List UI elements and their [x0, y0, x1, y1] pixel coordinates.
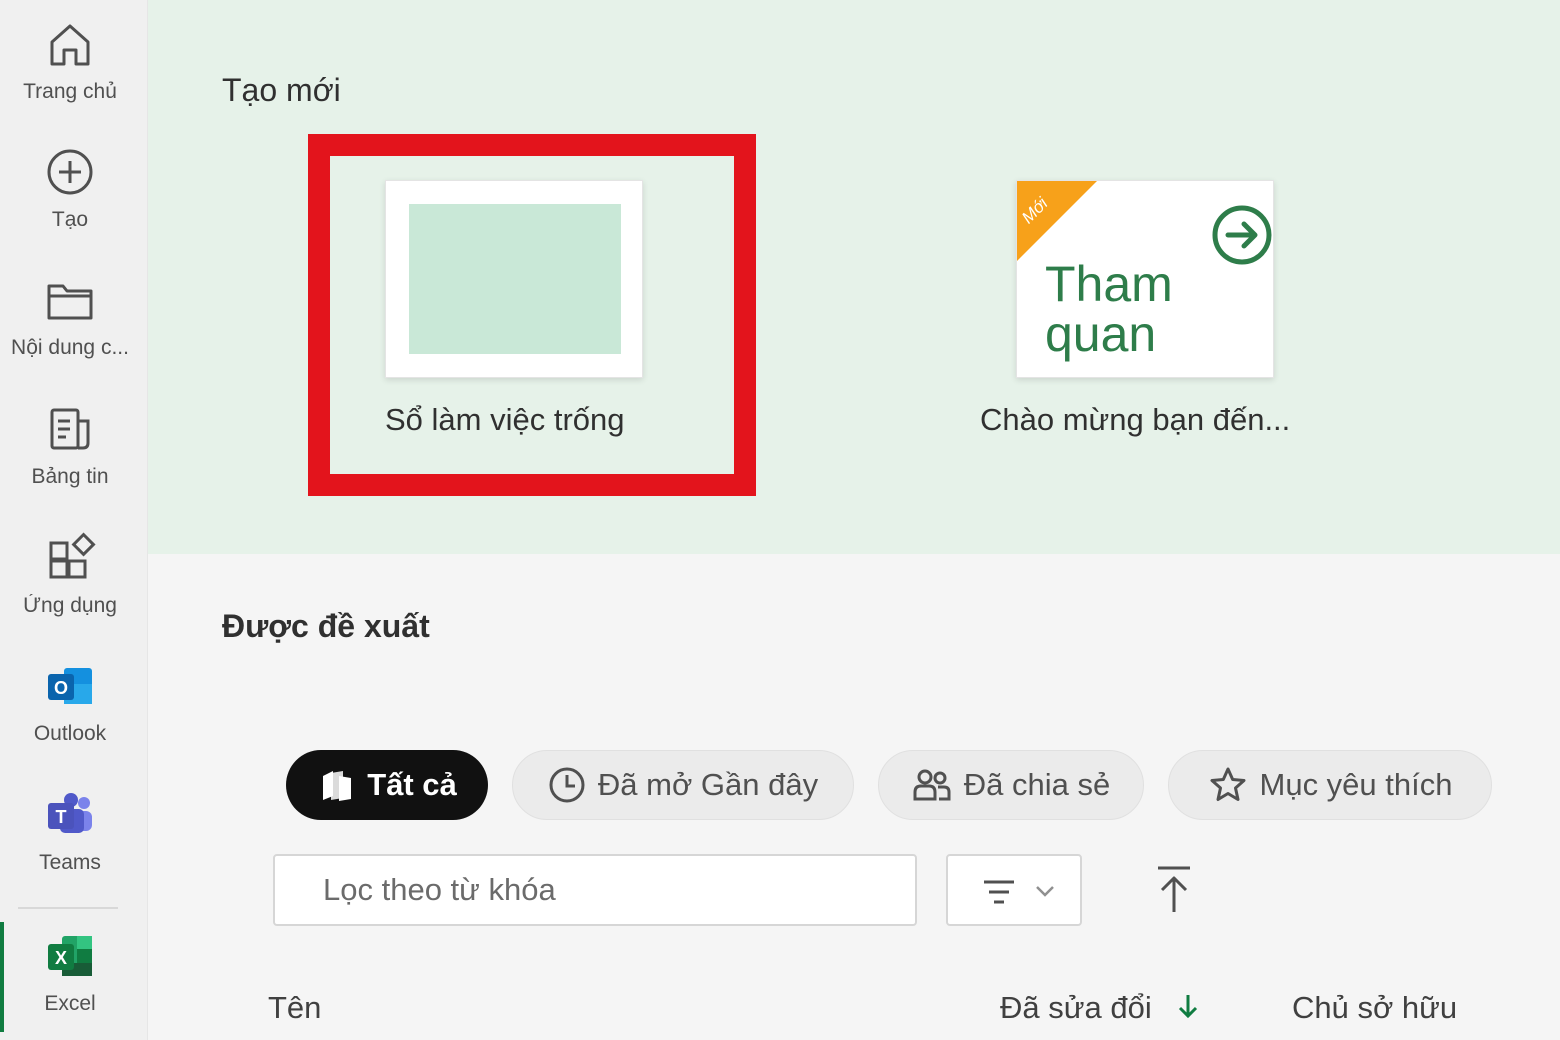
- filter-label: Đã mở Gần đây: [597, 767, 819, 802]
- app-sidebar: Trang chủ Tạo Nội dung c... Bảng tin Ứng…: [0, 0, 148, 1040]
- home-icon: [50, 24, 90, 66]
- tour-thumbnail-text: Tham quan: [1045, 256, 1173, 362]
- welcome-tour-thumbnail: Mới Tham quan: [1016, 180, 1274, 378]
- filter-label: Đã chia sẻ: [963, 767, 1111, 802]
- suggested-title: Được đề xuất: [222, 608, 430, 644]
- filter-favorites-tab[interactable]: Mục yêu thích: [1168, 750, 1492, 820]
- sidebar-item-label: Trang chủ: [23, 80, 117, 103]
- svg-text:T: T: [56, 807, 67, 827]
- sidebar-item-label: Bảng tin: [31, 465, 109, 488]
- sidebar-item-label: Tạo: [51, 208, 89, 231]
- welcome-tour-template[interactable]: Mới Tham quan Chào mừng bạn đến...: [980, 180, 1320, 460]
- sidebar-item-create[interactable]: Tạo: [0, 128, 140, 238]
- teams-icon: T: [48, 793, 92, 833]
- all-files-icon: [323, 771, 352, 801]
- sidebar-divider: [18, 907, 118, 909]
- sidebar-item-label: Outlook: [33, 722, 107, 745]
- blank-workbook-thumbnail: [385, 180, 643, 378]
- filter-all-tab[interactable]: Tất cả: [286, 750, 488, 820]
- sidebar-item-my-content[interactable]: Nội dung c...: [0, 256, 140, 366]
- upload-icon[interactable]: [1152, 864, 1196, 916]
- sidebar-item-feed[interactable]: Bảng tin: [0, 385, 140, 495]
- sidebar-item-label: Excel: [44, 992, 96, 1015]
- blank-workbook-template[interactable]: Sổ làm việc trống: [330, 160, 700, 460]
- filter-shared-tab[interactable]: Đã chia sẻ: [878, 750, 1144, 820]
- apps-icon: [49, 532, 96, 579]
- people-icon: [913, 769, 951, 801]
- svg-text:O: O: [54, 678, 68, 698]
- arrow-right-circle-icon: [1212, 205, 1272, 265]
- sort-descending-arrow-icon: [1179, 995, 1198, 1019]
- filter-recent-tab[interactable]: Đã mở Gần đây: [512, 750, 854, 820]
- create-new-title: Tạo mới: [222, 72, 341, 108]
- filter-options-dropdown[interactable]: [946, 854, 1082, 926]
- star-icon: [1210, 767, 1245, 801]
- sidebar-item-label: Nội dung c...: [11, 336, 129, 359]
- outlook-icon: O: [48, 668, 92, 704]
- clock-icon: [549, 767, 585, 803]
- sidebar-item-apps[interactable]: Ứng dụng: [0, 514, 140, 624]
- sidebar-item-outlook[interactable]: O Outlook: [0, 642, 140, 752]
- news-feed-icon: [50, 408, 90, 450]
- add-circle-icon: [47, 149, 93, 195]
- filter-lines-icon: [984, 880, 1014, 904]
- column-header-modified[interactable]: Đã sửa đổi: [1000, 990, 1200, 1026]
- filter-label: Mục yêu thích: [1259, 767, 1453, 802]
- folder-icon: [47, 284, 93, 320]
- template-name: Sổ làm việc trống: [385, 402, 625, 437]
- excel-icon: X: [48, 936, 92, 976]
- chevron-down-icon: [1036, 886, 1054, 897]
- sidebar-item-teams[interactable]: T Teams: [0, 771, 140, 881]
- blank-sheet-preview: [409, 204, 621, 354]
- new-badge: Mới: [1017, 181, 1097, 261]
- keyword-filter-input[interactable]: [273, 854, 917, 926]
- sidebar-item-home[interactable]: Trang chủ: [0, 0, 140, 110]
- column-header-owner[interactable]: Chủ sở hữu: [1292, 990, 1457, 1026]
- column-header-name[interactable]: Tên: [268, 990, 321, 1026]
- sidebar-item-label: Teams: [39, 851, 101, 874]
- template-name: Chào mừng bạn đến...: [980, 402, 1291, 437]
- sidebar-item-label: Ứng dụng: [23, 594, 117, 617]
- sidebar-item-excel[interactable]: X Excel: [0, 912, 140, 1022]
- svg-text:X: X: [55, 948, 67, 968]
- filter-label: Tất cả: [367, 767, 457, 802]
- column-header-label: Đã sửa đổi: [1000, 990, 1152, 1025]
